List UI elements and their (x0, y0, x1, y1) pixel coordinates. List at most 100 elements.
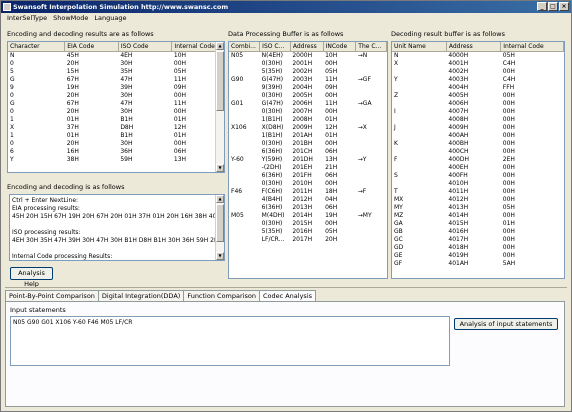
table-row[interactable]: F46 F(C6H) 2011H 18H →F (229, 188, 387, 196)
decoding-result-table[interactable]: Unit Name Address Internal Code N 4000H 05H X 4… (391, 41, 565, 279)
table-row[interactable]: 0(30H) 2005H 00H (229, 92, 387, 100)
table-row[interactable]: 0(30H) 201BH 00H (229, 140, 387, 148)
table-row[interactable]: 400CH 00H (392, 148, 564, 156)
text-scrollbar[interactable]: ▲ ▼ (215, 195, 224, 260)
table-row[interactable]: GF 401AH 5AH (392, 260, 564, 268)
table-row[interactable]: X106 X(D8H) 2009H 12H →X (229, 124, 387, 132)
table-row[interactable]: 6(36H) 201CH 06H (229, 148, 387, 156)
tab-function-comparison[interactable]: Function Comparison (183, 290, 260, 301)
decoding-column-header[interactable]: Unit Name (392, 42, 447, 52)
table-row[interactable]: GB 4016H 00H (392, 228, 564, 236)
table-row[interactable]: 0(30H) 2007H 00H (229, 108, 387, 116)
tab-digital-integration-dda[interactable]: Digital Integration(DDA) (97, 290, 185, 301)
menu-interseltype[interactable]: InterSelType (4, 13, 50, 24)
scroll-up-arrow-icon[interactable]: ▲ (216, 195, 224, 203)
encoding-column-header[interactable]: Character (8, 42, 66, 52)
decoding-column-header[interactable]: Internal Code (500, 42, 564, 52)
analysis-help-button[interactable]: Analysis Help (10, 267, 53, 288)
table-row[interactable]: G01 G(47H) 2006H 11H →GA (229, 100, 387, 108)
table-row[interactable]: M05 M(4DH) 2014H 19H →MY (229, 212, 387, 220)
table-row[interactable]: N 4000H 05H (392, 51, 564, 60)
close-button[interactable]: × (559, 2, 569, 11)
table-row[interactable]: 1 01H B1H 01H (8, 132, 224, 140)
table-row[interactable]: 400AH 00H (392, 132, 564, 140)
table-row[interactable]: 4010H 00H (392, 180, 564, 188)
buffer-column-header[interactable]: Combi... (229, 42, 261, 52)
table-row[interactable]: 0 20H 30H 00H (8, 92, 224, 100)
table-row[interactable]: 9(39H) 2004H 09H (229, 84, 387, 92)
table-row[interactable]: Y 38H 59H 13H (8, 156, 224, 164)
buffer-column-header[interactable]: ISO C... (259, 42, 291, 52)
buffer-column-header[interactable]: Address (290, 42, 324, 52)
buffer-column-header[interactable]: INCode (323, 42, 357, 52)
table-row[interactable]: X 4001H C4H (392, 60, 564, 68)
table-row[interactable]: S 400FH 00H (392, 172, 564, 180)
table-row[interactable]: 1 01H B1H 01H (8, 116, 224, 124)
table-row[interactable]: J 4009H 00H (392, 124, 564, 132)
table-row[interactable]: 4004H FFH (392, 84, 564, 92)
table-row[interactable]: G90 G(47H) 2003H 11H →GF (229, 76, 387, 84)
table-row[interactable]: N05 N(4EH) 2000H 10H →N (229, 51, 387, 60)
table-row[interactable]: 1(B1H) 201AH 01H (229, 132, 387, 140)
table-row[interactable]: 6(36H) 201FH 06H (229, 172, 387, 180)
table-row[interactable]: 4002H 00H (392, 68, 564, 76)
table-row[interactable]: 5(35H) 2002H 05H (229, 68, 387, 76)
input-statements-field[interactable]: N05 G90 G01 X106 Y-60 F46 M05 LF/CR (10, 316, 450, 366)
table-row[interactable]: GD 4018H 00H (392, 244, 564, 252)
encoding-column-header[interactable]: ISO Code (118, 42, 173, 52)
scroll-thumb[interactable] (216, 51, 224, 111)
scroll-up-arrow-icon[interactable]: ▲ (216, 42, 224, 50)
table-row[interactable]: Y-60 Y(59H) 201DH 13H →Y (229, 156, 387, 164)
menu-language[interactable]: Language (91, 13, 129, 24)
table-row[interactable]: 4(B4H) 2012H 04H (229, 196, 387, 204)
table-row[interactable]: MY 4013H 05H (392, 204, 564, 212)
table-row[interactable]: F 400DH 2EH (392, 156, 564, 164)
table-row[interactable]: 5 15H 35H 05H (8, 68, 224, 76)
left-table-scrollbar[interactable]: ▲ ▼ (215, 42, 224, 172)
table-row[interactable]: I 4007H 00H (392, 108, 564, 116)
table-row[interactable]: K 400BH 00H (392, 140, 564, 148)
table-row[interactable]: 4006H 00H (392, 100, 564, 108)
table-row[interactable]: GE 4019H 00H (392, 252, 564, 260)
table-row[interactable]: 5(35H) 2016H 05H (229, 228, 387, 236)
decoding-column-header[interactable]: Address (446, 42, 502, 52)
table-row[interactable]: 6 16H 36H 06H (8, 148, 224, 156)
table-row[interactable]: N 45H 4EH 10H (8, 51, 224, 60)
maximize-button[interactable]: □ (548, 2, 558, 11)
table-row[interactable]: 9 19H 39H 09H (8, 84, 224, 92)
minimize-button[interactable]: _ (537, 2, 547, 11)
analyze-input-button[interactable]: Analysis of input statements (454, 318, 558, 330)
table-row[interactable]: 0 20H 30H 00H (8, 60, 224, 68)
buffer-column-header[interactable]: The C... (355, 42, 387, 52)
encoding-column-header[interactable]: EIA Code (64, 42, 119, 52)
table-row[interactable]: GA 4015H 01H (392, 220, 564, 228)
table-row[interactable]: 400EH 00H (392, 164, 564, 172)
table-row[interactable]: 4008H 00H (392, 116, 564, 124)
menu-showmode[interactable]: ShowMode (50, 13, 91, 24)
table-row[interactable]: -(2DH) 201EH 21H (229, 164, 387, 172)
table-row[interactable]: 0 20H 30H 00H (8, 108, 224, 116)
scroll-thumb[interactable] (216, 204, 224, 242)
data-processing-buffer-table[interactable]: Combi... ISO C... Address INCode The C... N05… (228, 41, 388, 279)
table-row[interactable]: G 67H 47H 11H (8, 76, 224, 84)
scroll-down-arrow-icon[interactable]: ▼ (216, 164, 224, 172)
table-row[interactable]: LF/CR... 2017H 20H (229, 236, 387, 244)
table-row[interactable]: 0(30H) 2015H 00H (229, 220, 387, 228)
table-row[interactable]: 0(30H) 2010H 00H (229, 180, 387, 188)
table-row[interactable]: MX 4012H 00H (392, 196, 564, 204)
table-row[interactable]: 6(36H) 2013H 06H (229, 204, 387, 212)
encoding-results-table[interactable]: Character EIA Code ISO Code Internal Code N 4… (7, 41, 225, 173)
encoding-results-text[interactable]: Ctrl + Enter NextLine: EIA processing res… (9, 194, 225, 261)
table-row[interactable]: X 37H D8H 12H (8, 124, 224, 132)
table-row[interactable]: GC 4017H 00H (392, 236, 564, 244)
scroll-down-arrow-icon[interactable]: ▼ (216, 252, 224, 260)
table-row[interactable]: Y 4003H C4H (392, 76, 564, 84)
table-row[interactable]: 1(B1H) 2008H 01H (229, 116, 387, 124)
tab-point-by-point-comparison[interactable]: Point-By-Point Comparison (5, 290, 99, 301)
table-row[interactable]: MZ 4014H 00H (392, 212, 564, 220)
table-row[interactable]: 0 20H 30H 00H (8, 140, 224, 148)
table-row[interactable]: 0(30H) 2001H 00H (229, 60, 387, 68)
table-row[interactable]: T 4011H 00H (392, 188, 564, 196)
table-row[interactable]: G 67H 47H 11H (8, 100, 224, 108)
table-row[interactable]: Z 4005H 00H (392, 92, 564, 100)
